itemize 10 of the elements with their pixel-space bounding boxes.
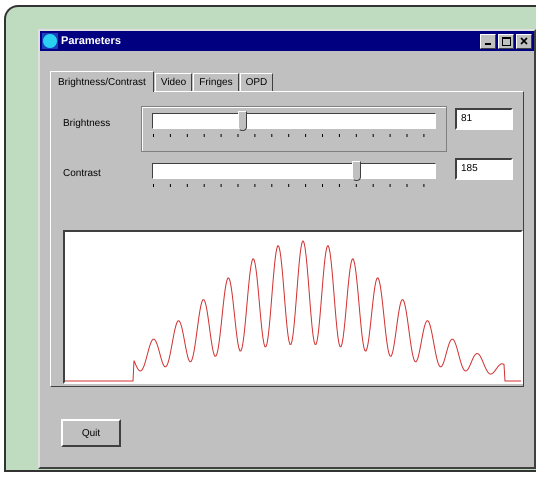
slider-label: Contrast [63, 167, 102, 179]
tab[interactable]: Video [154, 73, 192, 91]
value-field[interactable]: 81 [455, 108, 513, 130]
tab[interactable]: Fringes [193, 73, 239, 91]
tab[interactable]: Brightness/Contrast [50, 71, 154, 92]
quit-button[interactable]: Quit [61, 419, 121, 447]
slider-label: Brightness [63, 117, 112, 129]
value-field[interactable]: 185 [455, 158, 513, 180]
window-title: Parameters [61, 35, 121, 47]
tab[interactable]: OPD [240, 73, 274, 91]
